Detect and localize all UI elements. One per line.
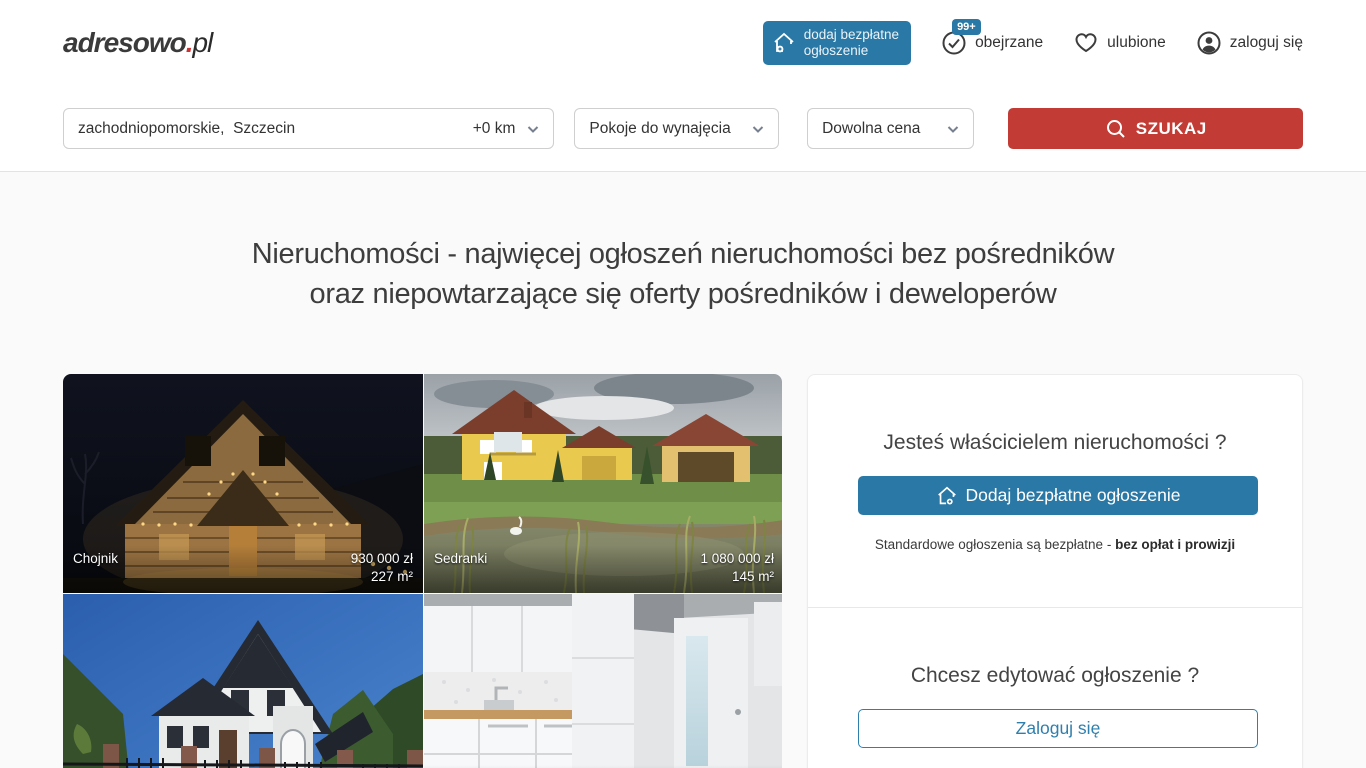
listing-area: 145 m² (434, 569, 774, 586)
listing-overlay: Chojnik 930 000 zł 227 m² (63, 545, 423, 593)
chevron-down-icon[interactable] (525, 121, 541, 137)
favorites-label: ulubione (1107, 34, 1166, 52)
edit-section: Chcesz edytować ogłoszenie ? Zaloguj się… (808, 607, 1302, 768)
listing-card[interactable]: Chojnik 930 000 zł 227 m² (63, 374, 423, 593)
login-sidebar-label: Zaloguj się (1016, 718, 1101, 739)
property-type-value: Pokoje do wynajęcia (589, 120, 730, 138)
house-plus-icon (935, 484, 959, 508)
page-title: Nieruchomości - najwięcej ogłoszeń nieru… (0, 234, 1366, 314)
login-sidebar-button[interactable]: Zaloguj się (858, 709, 1258, 748)
add-listing-sidebar-button[interactable]: Dodaj bezpłatne ogłoszenie (858, 476, 1258, 515)
search-button-label: SZUKAJ (1136, 119, 1207, 139)
search-icon (1105, 118, 1127, 140)
listing-card[interactable]: Sedranki 1 080 000 zł 145 m² (424, 374, 782, 593)
location-field: +0 km (63, 108, 554, 149)
main-content: Nieruchomości - najwięcej ogłoszeń nieru… (0, 172, 1366, 768)
viewed-badge: 99+ (952, 19, 981, 35)
listing-name: Sedranki (434, 551, 487, 566)
listing-area: 227 m² (73, 569, 413, 586)
listing-card[interactable]: Warszawa Wola, ul. 950 000 zł (424, 594, 782, 768)
chevron-down-icon (750, 121, 766, 137)
add-listing-button[interactable]: dodaj bezpłatne ogłoszenie (763, 21, 911, 65)
owner-section: Jesteś właścicielem nieruchomości ? Doda… (808, 375, 1302, 607)
listing-price: 930 000 zł (351, 551, 413, 566)
logo[interactable]: adresowo.pl (63, 27, 212, 59)
sidebar: Jesteś właścicielem nieruchomości ? Doda… (807, 374, 1303, 768)
add-listing-label: dodaj bezpłatne ogłoszenie (804, 27, 899, 59)
price-select[interactable]: Dowolna cena (807, 108, 974, 149)
listing-name: Chojnik (73, 551, 118, 566)
house-plus-icon (771, 30, 797, 56)
logo-main: adresowo (63, 27, 186, 58)
owner-note: Standardowe ogłoszenia są bezpłatne - be… (858, 537, 1252, 552)
header-actions: dodaj bezpłatne ogłoszenie 99+ obejrzane… (763, 21, 1303, 65)
radius-value[interactable]: +0 km (473, 120, 516, 138)
property-type-select[interactable]: Pokoje do wynajęcia (574, 108, 779, 149)
search-bar: +0 km Pokoje do wynajęcia Dowolna cena S… (0, 85, 1366, 172)
header: adresowo.pl dodaj bezpłatne ogłoszenie (0, 0, 1366, 85)
location-input[interactable] (78, 120, 473, 138)
search-button[interactable]: SZUKAJ (1008, 108, 1303, 149)
edit-heading: Chcesz edytować ogłoszenie ? (858, 664, 1252, 688)
favorites-link[interactable]: ulubione (1073, 30, 1166, 56)
owner-heading: Jesteś właścicielem nieruchomości ? (858, 431, 1252, 455)
price-value: Dowolna cena (822, 120, 920, 138)
listing-overlay: Sedranki 1 080 000 zł 145 m² (424, 545, 782, 593)
property-photo-white-house (63, 594, 423, 768)
heart-icon (1073, 30, 1099, 56)
login-link[interactable]: zaloguj się (1196, 30, 1303, 56)
person-icon (1196, 30, 1222, 56)
chevron-down-icon (945, 121, 961, 137)
listing-price: 1 080 000 zł (700, 551, 774, 566)
viewed-label: obejrzane (975, 34, 1043, 52)
viewed-icon-wrap: 99+ (941, 30, 967, 56)
listings-grid: Chojnik 930 000 zł 227 m² (63, 374, 782, 768)
login-label: zaloguj się (1230, 34, 1303, 52)
add-listing-sidebar-label: Dodaj bezpłatne ogłoszenie (965, 485, 1180, 506)
viewed-link[interactable]: 99+ obejrzane (941, 30, 1043, 56)
property-photo-kitchen (424, 594, 782, 768)
logo-suffix: pl (192, 27, 212, 58)
listing-card[interactable]: Zegocin Podokole, ul. 1 055 000 zł (63, 594, 423, 768)
